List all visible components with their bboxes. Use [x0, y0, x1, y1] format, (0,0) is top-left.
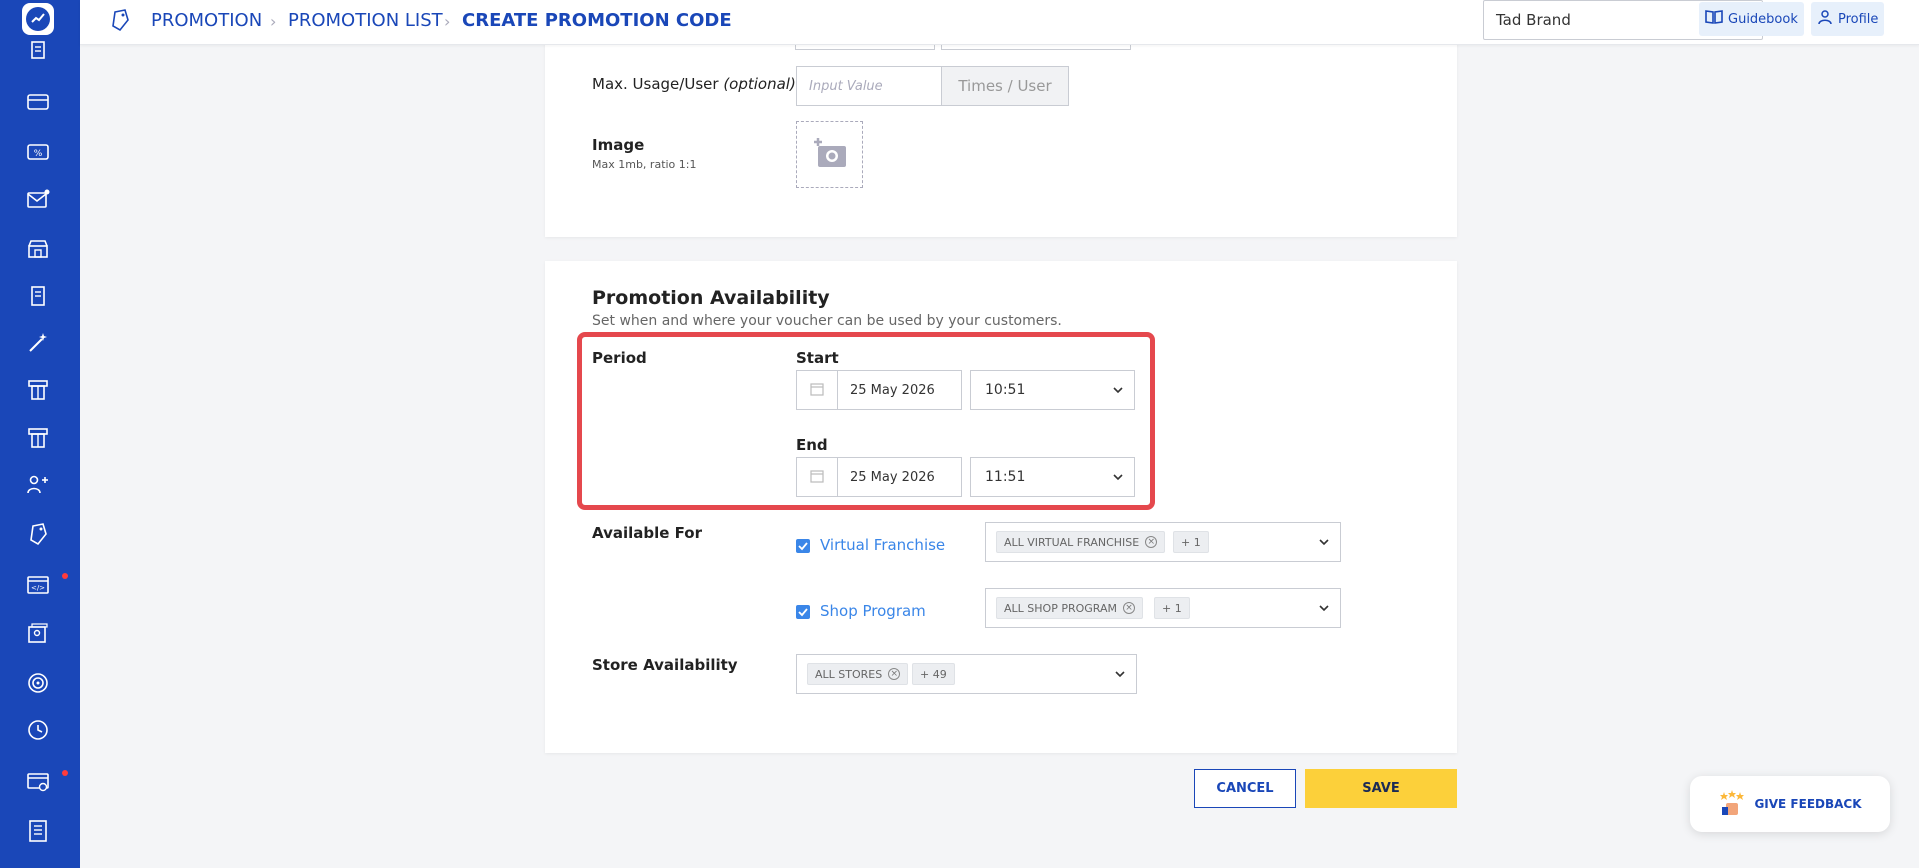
shop-program-label[interactable]: Shop Program	[820, 602, 926, 620]
profile-label: Profile	[1838, 11, 1879, 27]
voucher-alt-icon[interactable]	[24, 424, 52, 452]
building-icon[interactable]	[24, 282, 52, 310]
breadcrumb-promotion-list[interactable]: PROMOTION LIST	[288, 10, 443, 31]
breadcrumb-separator: ›	[444, 12, 451, 31]
document-icon[interactable]	[24, 38, 52, 66]
chevron-down-icon	[1114, 668, 1126, 684]
svg-text:%: %	[34, 149, 43, 159]
end-time-select[interactable]: 11:51	[970, 457, 1135, 497]
image-upload-button[interactable]	[796, 121, 863, 188]
feedback-stars-icon	[1718, 789, 1746, 820]
remove-tag-icon[interactable]: ×	[888, 668, 901, 680]
mail-icon[interactable]	[24, 186, 52, 214]
promotion-tag-icon[interactable]	[24, 520, 52, 548]
settings-window-icon[interactable]	[24, 768, 52, 796]
app-logo[interactable]	[22, 3, 54, 35]
magic-wand-icon[interactable]	[24, 329, 52, 357]
virtual-franchise-more-tag: + 1	[1173, 531, 1209, 553]
store-availability-label: Store Availability	[592, 656, 738, 674]
voucher-icon[interactable]	[24, 376, 52, 404]
stores-tag[interactable]: ALL STORES ×	[807, 663, 909, 685]
image-hint: Max 1mb, ratio 1:1	[592, 158, 697, 171]
history-icon[interactable]	[24, 716, 52, 744]
start-date-input[interactable]: 25 May 2026	[837, 370, 962, 410]
notification-dot	[62, 770, 68, 776]
available-for-label: Available For	[592, 524, 702, 542]
breadcrumb-current: CREATE PROMOTION CODE	[462, 10, 732, 31]
store-icon[interactable]	[24, 235, 52, 263]
shop-program-more-tag: + 1	[1154, 597, 1190, 619]
chevron-down-icon	[1112, 471, 1124, 487]
chart-logo-icon	[26, 7, 50, 31]
calendar-icon	[810, 468, 824, 487]
chevron-down-icon	[1112, 384, 1124, 400]
period-label: Period	[592, 349, 647, 367]
remove-tag-icon[interactable]: ×	[1145, 536, 1158, 548]
stores-more-tag: + 49	[912, 663, 955, 685]
promotion-availability-card: Promotion Availability Set when and wher…	[545, 261, 1457, 753]
card-icon[interactable]	[24, 88, 52, 116]
availability-description: Set when and where your voucher can be u…	[592, 313, 1062, 329]
chevron-down-icon	[1318, 602, 1330, 618]
brand-select-value: Tad Brand	[1496, 11, 1571, 29]
receipt-icon[interactable]	[24, 817, 52, 845]
promotion-tag-icon	[108, 8, 132, 36]
team-icon[interactable]	[24, 471, 52, 499]
breadcrumb-promotion[interactable]: PROMOTION	[151, 10, 262, 31]
guidebook-button[interactable]: Guidebook	[1699, 2, 1804, 36]
discount-card-icon[interactable]: %	[24, 138, 52, 166]
book-icon	[1705, 9, 1723, 29]
profile-button[interactable]: Profile	[1811, 2, 1885, 36]
image-label: Image	[592, 136, 645, 154]
start-label: Start	[796, 349, 839, 367]
end-date-input[interactable]: 25 May 2026	[837, 457, 962, 497]
give-feedback-button[interactable]: GIVE FEEDBACK	[1690, 776, 1890, 832]
availability-title: Promotion Availability	[592, 287, 830, 309]
shop-program-checkbox[interactable]	[796, 605, 810, 619]
end-label: End	[796, 436, 828, 454]
virtual-franchise-label[interactable]: Virtual Franchise	[820, 536, 945, 554]
remove-tag-icon[interactable]: ×	[1123, 602, 1135, 614]
shop-program-tag[interactable]: ALL SHOP PROGRAM ×	[996, 597, 1143, 619]
end-calendar-button[interactable]	[796, 457, 838, 497]
start-time-select[interactable]: 10:51	[970, 370, 1135, 410]
target-icon[interactable]	[24, 669, 52, 697]
end-time-value: 11:51	[985, 469, 1026, 485]
max-usage-suffix: Times / User	[941, 66, 1069, 106]
svg-text:</>: </>	[31, 584, 45, 592]
virtual-franchise-checkbox[interactable]	[796, 539, 810, 553]
code-window-icon[interactable]: </>	[24, 571, 52, 599]
calendar-icon	[810, 381, 824, 400]
chevron-down-icon	[1318, 536, 1330, 552]
save-button[interactable]: SAVE	[1305, 769, 1457, 808]
breadcrumb-separator: ›	[270, 12, 277, 31]
user-icon	[1817, 9, 1833, 29]
give-feedback-label: GIVE FEEDBACK	[1754, 797, 1862, 811]
cancel-button[interactable]: CANCEL	[1194, 769, 1296, 808]
start-calendar-button[interactable]	[796, 370, 838, 410]
add-photo-icon	[812, 137, 848, 173]
max-usage-input[interactable]: Input Value	[796, 66, 942, 106]
virtual-franchise-tag[interactable]: ALL VIRTUAL FRANCHISE ×	[996, 531, 1166, 553]
guidebook-label: Guidebook	[1728, 11, 1798, 27]
gallery-icon[interactable]	[24, 620, 52, 648]
sidebar: % </>	[0, 0, 80, 868]
start-time-value: 10:51	[985, 382, 1026, 398]
top-bar: PROMOTION › PROMOTION LIST › CREATE PROM…	[80, 0, 1919, 45]
max-usage-label: Max. Usage/User (optional)	[592, 75, 796, 93]
notification-dot	[62, 573, 68, 579]
